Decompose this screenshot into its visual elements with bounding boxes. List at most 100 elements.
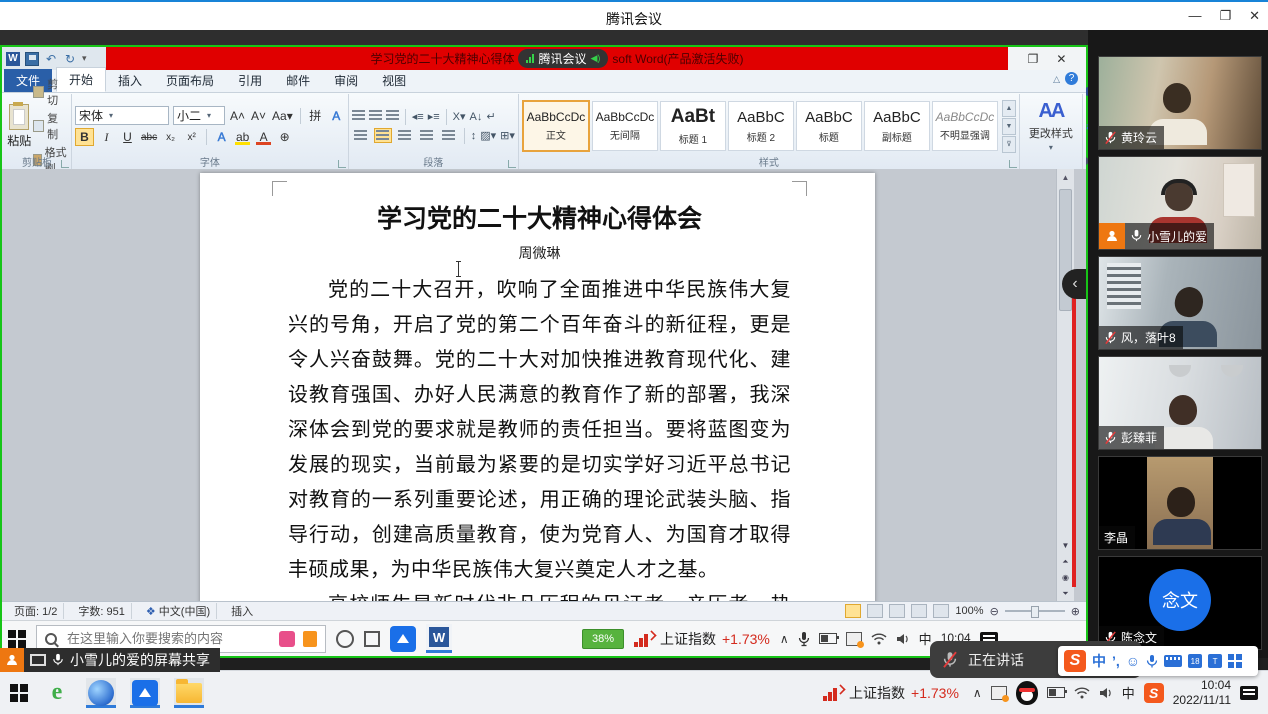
host-wifi-icon[interactable] [1074, 687, 1090, 699]
word-app-icon[interactable]: W [6, 52, 20, 66]
borders-button[interactable]: ⊞▾ [500, 129, 515, 142]
page-indicator[interactable]: 页面: 1/2 [8, 603, 64, 619]
participant-tile[interactable]: 李晶 [1098, 456, 1262, 550]
style-heading2[interactable]: AaBbC 标题 2 [728, 101, 794, 151]
style-subtitle[interactable]: AaBbC 副标题 [864, 101, 930, 151]
decrease-indent-button[interactable]: ◂≡ [412, 110, 424, 123]
minimize-button[interactable]: — [1188, 8, 1201, 24]
sogou-tray-icon[interactable]: S [1144, 683, 1164, 703]
word-count[interactable]: 字数: 951 [72, 603, 131, 619]
superscript-button[interactable]: x² [183, 129, 200, 145]
shading-button[interactable]: ▨▾ [480, 129, 496, 142]
scroll-down-icon[interactable]: ▼ [1062, 541, 1070, 550]
print-layout-view-button[interactable] [845, 604, 861, 618]
show-marks-button[interactable]: ↵ [486, 110, 495, 123]
increase-indent-button[interactable]: ▸≡ [428, 110, 440, 123]
paragraph-dialog-launcher[interactable] [508, 160, 516, 168]
bold-button[interactable]: B [75, 128, 94, 146]
host-volume-icon[interactable] [1099, 687, 1113, 699]
participant-tile[interactable]: 彭臻菲 [1098, 356, 1262, 450]
subscript-button[interactable]: x₂ [162, 129, 179, 145]
distribute-button[interactable] [440, 128, 458, 143]
styles-dialog-launcher[interactable] [1009, 160, 1017, 168]
shopping-bag-icon[interactable] [303, 631, 317, 647]
close-button[interactable]: ✕ [1249, 8, 1260, 24]
help-icon[interactable]: ? [1065, 72, 1078, 85]
previous-page-icon[interactable]: ⏶ [1062, 557, 1068, 567]
host-clock[interactable]: 10:04 2022/11/11 [1173, 678, 1231, 708]
word-restore-button[interactable]: ❐ [1028, 52, 1039, 66]
sort-button[interactable]: A↓ [470, 111, 483, 123]
tab-review[interactable]: 审阅 [322, 69, 370, 92]
wifi-icon[interactable] [871, 633, 887, 645]
align-left-button[interactable] [352, 128, 370, 143]
task-view-icon[interactable] [364, 631, 380, 647]
screenshot-tool-icon[interactable] [846, 632, 862, 646]
line-spacing-button[interactable]: ↕ [471, 130, 477, 142]
document-page[interactable]: 学习党的二十大精神心得体会 周微琳 党的二十大召开，吹响了全面推进中华民族伟大复… [200, 173, 875, 601]
minimize-ribbon-icon[interactable]: △ [1053, 74, 1060, 85]
clipboard-dialog-launcher[interactable] [61, 160, 69, 168]
sogou-ime-bar[interactable]: S 中 ’, ☺ 18 T [1058, 646, 1258, 676]
zoom-in-button[interactable]: ⊕ [1071, 605, 1080, 618]
change-case-button[interactable]: Aa▾ [271, 108, 294, 124]
numbering-button[interactable] [369, 110, 382, 124]
text-effects-button[interactable]: A [213, 129, 230, 145]
font-name-combo[interactable]: 宋体▾ [75, 106, 169, 125]
change-styles-button[interactable]: AA 更改样式 ▾ [1023, 96, 1079, 156]
character-border-button[interactable]: A [328, 108, 345, 124]
ime-mode-toggle[interactable]: 中 [1092, 651, 1106, 671]
draft-view-button[interactable] [933, 604, 949, 618]
host-notification-icon[interactable] [1240, 686, 1258, 700]
host-stock-ticker[interactable]: 上证指数 +1.73% [823, 683, 959, 703]
tray-battery-icon[interactable] [819, 633, 837, 644]
font-dialog-launcher[interactable] [338, 160, 346, 168]
paste-button[interactable]: 粘贴 [6, 96, 33, 156]
align-right-button[interactable] [396, 128, 414, 143]
scroll-up-icon[interactable]: ▲ [1057, 171, 1074, 185]
participant-tile[interactable]: 小雪儿的爱 [1098, 156, 1262, 250]
zoom-out-button[interactable]: ⊖ [990, 605, 999, 618]
zoom-level[interactable]: 100% [955, 605, 983, 617]
tab-view[interactable]: 视图 [370, 69, 418, 92]
account-icon[interactable]: 18 [1188, 654, 1202, 668]
italic-button[interactable]: I [98, 129, 115, 145]
align-center-button[interactable] [374, 128, 392, 143]
taskbar-ie-browser[interactable]: e [42, 678, 72, 708]
phonetic-guide-button[interactable]: 拼 [307, 108, 324, 124]
stock-ticker[interactable]: 上证指数 +1.73% [634, 629, 770, 649]
tab-mailings[interactable]: 邮件 [274, 69, 322, 92]
participant-tile[interactable]: 念文 陈念文 [1098, 556, 1262, 650]
multilevel-list-button[interactable] [386, 110, 399, 124]
cortana-icon[interactable] [336, 630, 354, 648]
style-no-spacing[interactable]: AaBbCcDc 无间隔 [592, 101, 658, 151]
cut-button[interactable]: 剪切 [33, 76, 68, 108]
enclose-characters-button[interactable]: ⊕ [276, 129, 293, 145]
ime-punctuation-toggle[interactable]: ’, [1112, 653, 1120, 669]
participant-tile[interactable]: 风，落叶8 [1098, 256, 1262, 350]
font-color-button[interactable]: A [255, 129, 272, 145]
underline-button[interactable]: U [119, 129, 136, 145]
style-subtle-emphasis[interactable]: AaBbCcDc 不明显强调 [932, 101, 998, 151]
host-tray-expand-icon[interactable]: ∧ [973, 686, 982, 700]
maximize-button[interactable]: ❐ [1219, 8, 1231, 24]
virtual-keyboard-icon[interactable] [1164, 655, 1182, 667]
styles-expand-icon[interactable]: ⊽ [1002, 136, 1016, 153]
word-close-button[interactable]: ✕ [1056, 52, 1066, 66]
copy-button[interactable]: 复制 [33, 110, 68, 142]
voice-input-icon[interactable] [1146, 654, 1158, 669]
insert-mode[interactable]: 插入 [225, 603, 259, 619]
tab-page-layout[interactable]: 页面布局 [154, 69, 226, 92]
taskbar-meeting-app-host[interactable] [130, 678, 160, 708]
taskbar-file-explorer[interactable] [174, 678, 204, 708]
tab-references[interactable]: 引用 [226, 69, 274, 92]
qat-dropdown-icon[interactable]: ▾ [82, 53, 87, 64]
taskbar-browser-avatar[interactable] [86, 678, 116, 708]
toolbox-icon[interactable] [1228, 654, 1242, 668]
font-size-combo[interactable]: 小二▾ [173, 106, 225, 125]
zoom-slider-thumb[interactable] [1031, 606, 1039, 618]
style-normal[interactable]: AaBbCcDc 正文 [522, 100, 590, 152]
meeting-overlay-pill[interactable]: 腾讯会议 ◀) [518, 49, 608, 68]
style-title[interactable]: AaBbC 标题 [796, 101, 862, 151]
emoji-icon[interactable]: ☺ [1126, 653, 1140, 669]
